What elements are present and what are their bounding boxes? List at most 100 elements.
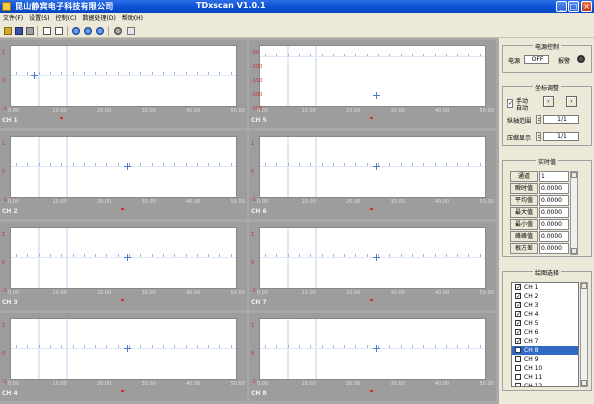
channel-checkbox[interactable]: ✓ [515, 320, 521, 327]
x-tick-label: 10.00 [301, 199, 316, 205]
close-button[interactable]: × [581, 1, 592, 12]
grid-icon[interactable] [43, 27, 51, 35]
channel-checkbox[interactable] [515, 365, 521, 371]
channel-plot[interactable] [10, 227, 237, 289]
realtime-value: 0.0000 [539, 195, 569, 206]
channel-list-item[interactable]: CH 9 [512, 355, 578, 364]
channel-checkbox[interactable]: ✓ [515, 338, 521, 345]
channel-list-item[interactable]: CH 11 [512, 373, 578, 382]
manual-auto-checkbox[interactable]: ✓ [507, 99, 513, 108]
x-tick-label: 20.00 [346, 108, 361, 114]
menu-bar: 文件(F) 设置(S) 控制(C) 数据处理(D) 帮助(H) [0, 13, 594, 24]
channel-plot[interactable] [259, 318, 486, 380]
zero-line [11, 75, 236, 76]
range-spinner[interactable] [536, 115, 541, 124]
realtime-key: 平均值 [510, 195, 538, 206]
draw-title: 绘图选择 [532, 270, 561, 277]
save-icon[interactable] [15, 27, 23, 35]
channel-list-item[interactable]: ✓ CH 5 [512, 319, 578, 328]
channel-list-item[interactable]: ✓ CH 2 [512, 292, 578, 301]
zoom-icon[interactable] [114, 27, 122, 35]
channel-plot[interactable] [259, 227, 486, 289]
x-tick-label: 0.00 [257, 290, 269, 296]
channel-panel: -50 -100 -150 -200 -250 0.00 10.00 20.00 30.00 40… [249, 40, 496, 128]
channel-list-item[interactable]: CH 12 [512, 382, 578, 386]
menu-control[interactable]: 控制(C) [53, 13, 80, 24]
channel-list-item[interactable]: ✓ CH 6 [512, 328, 578, 337]
x-tick-label: 30.00 [141, 381, 156, 387]
range-value[interactable]: 1/1 [543, 115, 579, 124]
channel-checkbox[interactable]: ✓ [515, 293, 521, 300]
x-tick-label: 0.00 [8, 290, 20, 296]
channel-plot[interactable] [259, 45, 486, 107]
stop-icon[interactable] [96, 27, 104, 35]
menu-help[interactable]: 帮助(H) [119, 13, 146, 24]
channel-checkbox[interactable]: ✓ [515, 329, 521, 336]
compress-spinner[interactable] [536, 132, 541, 141]
channel-plot[interactable] [10, 45, 237, 107]
channel-checkbox[interactable] [515, 383, 521, 386]
x-tick-label: 10.00 [52, 199, 67, 205]
realtime-scrollbar[interactable] [570, 171, 578, 255]
next-button[interactable]: › [566, 96, 577, 107]
channel-list-item[interactable]: ✓ CH 3 [512, 301, 578, 310]
realtime-title: 实时值 [535, 159, 558, 166]
scroll-up-icon[interactable] [571, 172, 577, 178]
x-marker [370, 117, 373, 119]
scroll-down-icon[interactable] [571, 248, 577, 254]
channel-list-scrollbar[interactable] [580, 282, 588, 387]
x-marker [121, 390, 124, 392]
channel-checkbox[interactable] [515, 374, 521, 380]
help-icon[interactable] [127, 27, 135, 35]
x-tick-label: 30.00 [141, 199, 156, 205]
prev-button[interactable]: › [543, 96, 554, 107]
maximize-button[interactable]: □ [568, 1, 579, 12]
y-tick-label: -1 [251, 379, 256, 385]
realtime-key: 最大值 [510, 207, 538, 218]
scroll-up-icon[interactable] [581, 283, 587, 289]
x-tick-label: 40.00 [435, 381, 450, 387]
menu-data-processing[interactable]: 数据处理(D) [80, 13, 119, 24]
scroll-down-icon[interactable] [581, 380, 587, 386]
play-icon[interactable] [72, 27, 80, 35]
channel-plot[interactable] [259, 136, 486, 198]
x-tick-label: 40.00 [186, 381, 201, 387]
x-tick-label: 40.00 [435, 199, 450, 205]
x-tick-label: 10.00 [52, 108, 67, 114]
compress-value[interactable]: 1/1 [543, 132, 579, 141]
app-icon [2, 2, 11, 11]
menu-file[interactable]: 文件(F) [0, 13, 26, 24]
channel-checkbox[interactable]: ✓ [515, 302, 521, 309]
channel-list-item[interactable]: ✓ CH 8 [512, 346, 578, 355]
realtime-value[interactable]: 1 [539, 171, 569, 182]
print-icon[interactable] [26, 27, 34, 35]
x-tick-label: 40.00 [186, 199, 201, 205]
menu-settings[interactable]: 设置(S) [26, 13, 53, 24]
channel-checkbox[interactable]: ✓ [515, 284, 521, 291]
y-tick-label: 1 [251, 323, 255, 329]
x-tick-label: 50.00 [479, 381, 494, 387]
channel-name: CH 2 [524, 293, 539, 300]
channel-name: CH 7 [524, 338, 539, 345]
channel-panel: 1 0 -1 0.00 10.00 20.00 30.00 40.00 50.00 CH 8 [249, 313, 496, 401]
x-tick-label: 20.00 [97, 290, 112, 296]
channel-checkbox[interactable] [515, 356, 521, 362]
channel-plot[interactable] [10, 318, 237, 380]
channel-checkbox[interactable]: ✓ [515, 311, 521, 318]
channel-list-item[interactable]: ✓ CH 7 [512, 337, 578, 346]
pause-icon[interactable] [84, 27, 92, 35]
channel-list-item[interactable]: ✓ CH 4 [512, 310, 578, 319]
range-label: 纵轴范围 [507, 118, 532, 125]
channel-panel: 1 0 -1 0.00 10.00 20.00 30.00 40.00 50.00 CH 2 [0, 131, 247, 219]
channel-list-item[interactable]: ✓ CH 1 [512, 283, 578, 292]
channel-list-item[interactable]: CH 10 [512, 364, 578, 373]
channel-name: CH 8 [524, 347, 539, 354]
channel-checkbox[interactable]: ✓ [515, 347, 521, 354]
table-icon[interactable] [55, 27, 63, 35]
channel-list: ✓ CH 1 ✓ CH 2 ✓ CH 3 ✓ CH 4 ✓ CH 5 ✓ CH 6 ✓ CH 7 ✓ CH 8… [511, 282, 579, 387]
x-tick-label: 0.00 [257, 108, 269, 114]
open-icon[interactable] [4, 27, 12, 35]
minimize-button[interactable]: _ [556, 1, 567, 12]
channel-plot[interactable] [10, 136, 237, 198]
y-tick-label: -50 [251, 50, 260, 56]
